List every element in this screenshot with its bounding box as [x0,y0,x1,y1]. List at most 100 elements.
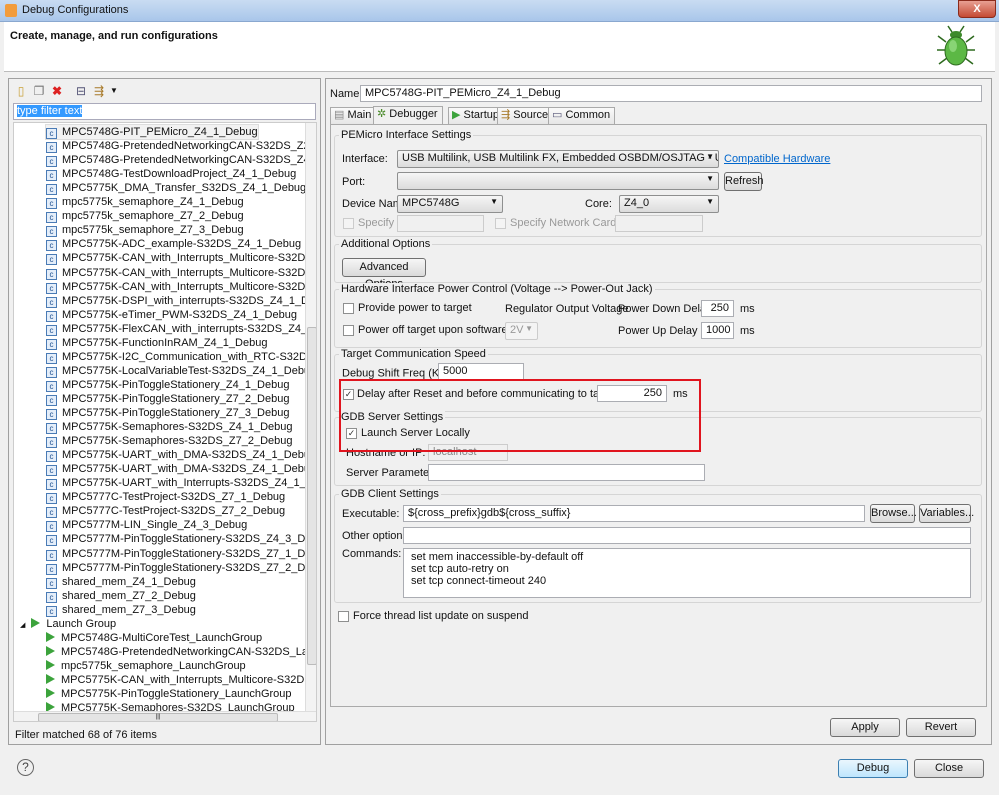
window-title: Debug Configurations [22,4,129,16]
config-item[interactable]: c mpc5775k_semaphore_Z7_2_Debug [46,209,244,224]
scroll-thumb[interactable]: ||| [38,713,278,721]
config-item[interactable]: c MPC5775K-PinToggleStationery_Z4_1_Debug [46,378,289,392]
device-name-select[interactable]: MPC5748G ▼ [397,195,503,213]
app-icon [5,4,17,17]
regulator-voltage-select[interactable]: 2V ▼ [505,322,538,340]
other-options-input[interactable] [403,527,971,544]
config-item[interactable]: c MPC5775K-I2C_Communication_with_RTC-S32… [46,350,316,364]
close-window-button[interactable]: X [958,0,996,18]
filter-input[interactable]: type filter text [13,103,316,120]
tab-source[interactable]: ⇶ Source [497,107,554,124]
specify-nic-checkbox[interactable] [495,218,506,229]
server-params-input[interactable] [428,464,705,481]
config-item[interactable]: c MPC5775K-PinToggleStationery_Z7_3_Debug [46,406,289,420]
c-config-icon: c [46,128,57,139]
config-item[interactable]: c MPC5748G-PretendedNetworkingCAN-S32DS_Z… [46,153,316,168]
config-item[interactable]: c MPC5775K-FunctionInRAM_Z4_1_Debug [46,336,267,350]
horizontal-scrollbar[interactable]: ||| [14,711,316,721]
config-item[interactable]: c MPC5748G-TestDownloadProject_Z4_1_Debug [46,167,296,182]
vertical-scrollbar[interactable] [305,123,316,711]
tab-common[interactable]: ▭ Common [548,107,616,124]
launch-group-item[interactable]: MPC5775K-PinToggleStationery_LaunchGroup [46,687,292,701]
launch-group-item[interactable]: MPC5748G-MultiCoreTest_LaunchGroup [46,631,262,645]
delete-icon[interactable]: ✖ [49,83,65,99]
config-item[interactable]: c MPC5775K-Semaphores-S32DS_Z4_1_Debug [46,420,293,435]
chevron-down-icon: ▼ [490,197,498,206]
c-config-icon: c [46,507,57,519]
power-down-delay-input[interactable]: 250 [701,300,734,317]
config-item[interactable]: c shared_mem_Z7_3_Debug [46,603,196,617]
config-item[interactable]: c MPC5777M-PinToggleStationery-S32DS_Z7_1… [46,547,316,561]
shift-freq-input[interactable]: 5000 [438,363,524,380]
close-button[interactable]: Close [914,759,984,778]
launch-group-item[interactable]: mpc5775k_semaphore_LaunchGroup [46,659,246,673]
dropdown-icon[interactable]: ▼ [106,83,122,99]
config-item[interactable]: c MPC5775K-LocalVariableTest-S32DS_Z4_1_D… [46,364,316,378]
config-item[interactable]: c MPC5775K-DSPI_with_interrupts-S32DS_Z4_… [46,294,316,308]
config-item[interactable]: c mpc5775k_semaphore_Z7_3_Debug [46,223,244,238]
commands-textarea[interactable]: set mem inaccessible-by-default off set t… [403,548,971,598]
config-item[interactable]: c MPC5777M-PinToggleStationery-S32DS_Z7_2… [46,561,316,575]
port-label: Port: [342,176,366,188]
help-icon[interactable]: ? [17,759,34,776]
config-item[interactable]: c MPC5777C-TestProject-S32DS_Z7_2_Debug [46,504,285,519]
power-up-delay-input[interactable]: 1000 [701,322,734,339]
variables-button[interactable]: Variables... [919,504,974,523]
power-control-group: Hardware Interface Power Control (Voltag… [334,283,982,348]
provide-power-checkbox[interactable] [343,303,354,314]
launch-group-node[interactable]: ◢ Launch Group [20,617,116,631]
config-item[interactable]: c MPC5777C-TestProject-S32DS_Z7_1_Debug [46,490,285,505]
refresh-button[interactable]: Refresh [724,172,764,191]
filter-placeholder: type filter text [17,105,83,117]
config-item[interactable]: c MPC5775K-UART_with_DMA-S32DS_Z4_1_Debug [46,448,316,463]
name-input[interactable]: MPC5748G-PIT_PEMicro_Z4_1_Debug [360,85,982,102]
config-item[interactable]: c MPC5775K_DMA_Transfer_S32DS_Z4_1_Debug [46,181,306,196]
compatible-hardware-link[interactable]: Compatible Hardware [724,153,830,165]
ip-input[interactable] [397,215,484,232]
config-item[interactable]: c MPC5775K-FlexCAN_with_interrupts-S32DS_… [46,322,316,336]
port-select[interactable]: ▼ [397,172,719,190]
filter-icon[interactable]: ⇶ [91,83,107,99]
scroll-thumb[interactable] [307,327,316,665]
config-item[interactable]: c MPC5775K-UART_with_Interrupts-S32DS_Z4_… [46,476,316,491]
config-item[interactable]: c mpc5775k_semaphore_Z4_1_Debug [46,195,244,210]
tab-startup[interactable]: ▶ Startup [448,107,504,124]
launch-group-item[interactable]: MPC5775K-CAN_with_Interrupts_Multicore-S… [46,673,316,687]
config-item[interactable]: c MPC5775K-Semaphores-S32DS_Z7_2_Debug [46,434,293,449]
power-off-checkbox[interactable] [343,325,354,336]
collapse-all-icon[interactable]: ⊟ [73,83,89,99]
nic-input[interactable] [615,215,703,232]
config-item[interactable]: c MPC5775K-CAN_with_Interrupts_Multicore-… [46,266,316,280]
config-item[interactable]: c MPC5775K-UART_with_DMA-S32DS_Z4_1_Debug… [46,462,316,477]
power-up-delay-label: Power Up Delay [618,325,698,337]
tab-main[interactable]: ▤ Main [330,107,377,124]
config-item[interactable]: c shared_mem_Z4_1_Debug [46,575,196,589]
c-config-icon: c [46,226,57,238]
config-item[interactable]: c MPC5777M-PinToggleStationery-S32DS_Z4_3… [46,532,316,547]
duplicate-icon[interactable]: ❐ [31,83,47,99]
config-item[interactable]: c MPC5775K-eTimer_PWM-S32DS_Z4_1_Debug [46,308,297,322]
tab-debugger[interactable]: ✲ Debugger [373,106,443,124]
apply-button[interactable]: Apply [830,718,900,737]
debug-button[interactable]: Debug [838,759,908,778]
launch-group-item[interactable]: MPC5748G-PretendedNetworkingCAN-S32DS_La… [46,645,316,659]
config-item[interactable]: c MPC5775K-CAN_with_Interrupts_Multicore-… [46,280,316,294]
revert-button[interactable]: Revert [906,718,976,737]
config-item[interactable]: c shared_mem_Z7_2_Debug [46,589,196,603]
executable-input[interactable]: ${cross_prefix}gdb${cross_suffix} [403,505,865,522]
config-item[interactable]: c MPC5775K-PinToggleStationery_Z7_2_Debug [46,392,289,406]
config-item[interactable]: c MPC5775K-CAN_with_Interrupts_Multicore-… [46,251,316,266]
specify-ip-checkbox[interactable] [343,218,354,229]
advanced-options-button[interactable]: Advanced Options [342,258,426,290]
config-item[interactable]: c MPC5775K-ADC_example-S32DS_Z4_1_Debug [46,237,301,252]
config-item[interactable]: c MPC5748G-PIT_PEMicro_Z4_1_Debug [45,124,259,140]
group-title: Target Communication Speed [339,348,488,360]
force-thread-checkbox[interactable] [338,611,349,622]
config-item[interactable]: c MPC5777M-LIN_Single_Z4_3_Debug [46,518,247,533]
interface-select[interactable]: USB Multilink, USB Multilink FX, Embedde… [397,150,719,168]
new-config-icon[interactable]: ▯ [13,83,29,99]
config-item[interactable]: c MPC5748G-PretendedNetworkingCAN-S32DS_Z… [46,139,316,154]
browse-button[interactable]: Browse... [870,504,917,523]
core-select[interactable]: Z4_0 ▼ [619,195,719,213]
launch-icon [46,645,55,656]
